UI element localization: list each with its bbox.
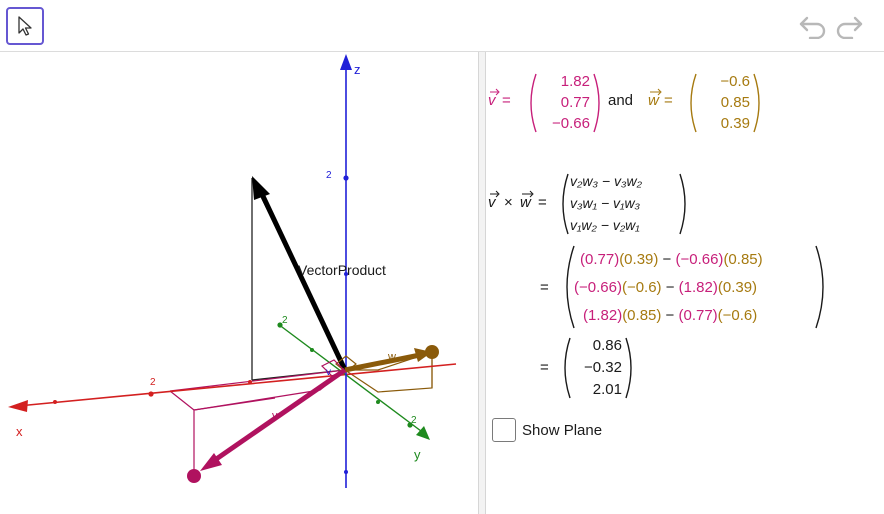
cross-formula-2: v₃w₁ − v₁w₃ (570, 195, 641, 211)
w-eq: = (664, 92, 673, 109)
z-axis-tick-2: 2 (326, 170, 332, 181)
w-vector-label: w (387, 351, 396, 363)
v-vector-label: v (272, 410, 278, 422)
graphics-3d-canvas[interactable]: 2 x 2 2 y 2 z VectorProduct w v v (0, 52, 478, 514)
cross-product-formula[interactable]: v × w = v₂w₃ − v₃w₂ v₃w₁ − v₁w₃ v₁w₂ − v… (488, 173, 686, 235)
w-comp-2: 0.85 (721, 94, 750, 111)
v-bracket-left (530, 73, 537, 133)
substitution-step[interactable]: = (0.77)(0.39) − (−0.66)(0.85) (−0.66)(−… (540, 245, 824, 329)
subst-row-3: (1.82)(0.85) − (0.77)(−0.6) (583, 307, 757, 324)
vector-product-label: VectorProduct (298, 262, 386, 278)
result-vector[interactable]: = 0.86 −0.32 2.01 (540, 337, 632, 399)
subst-row-2: (−0.66)(−0.6) − (1.82)(0.39) (574, 279, 757, 296)
show-plane-checkbox[interactable] (492, 418, 516, 442)
x-axis: 2 x (8, 363, 457, 439)
result-comp-3: 2.01 (593, 381, 622, 398)
v-small-label: v (326, 367, 331, 378)
z-axis-label: z (354, 62, 361, 77)
cross-eq: = (538, 194, 547, 211)
move-cursor-icon (18, 16, 32, 36)
v-bracket-right (593, 73, 600, 133)
y-axis-tick-2: 2 (411, 415, 417, 426)
definition-row[interactable]: v = 1.82 0.77 −0.66 and w = −0.6 0.85 0.… (488, 73, 760, 133)
v-comp-3: −0.66 (552, 115, 590, 132)
x-axis-tick-2: 2 (150, 377, 156, 388)
w-bracket-right (753, 73, 760, 133)
result-eq: = (540, 359, 549, 376)
undo-icon (799, 16, 826, 39)
y-axis-tick-neg: 2 (282, 315, 288, 326)
redo-button[interactable] (834, 12, 864, 40)
w-comp-3: 0.39 (721, 115, 750, 132)
cross-formula-3: v₁w₂ − v₂w₁ (570, 217, 640, 233)
cross-times: × (504, 194, 513, 211)
subst-eq: = (540, 279, 549, 296)
y-axis: 2 2 y (277, 315, 430, 462)
view-splitter[interactable] (478, 52, 486, 514)
show-plane-label: Show Plane (522, 422, 603, 439)
algebra-view: v = 1.82 0.77 −0.66 and w = −0.6 0.85 0.… (486, 52, 884, 514)
y-axis-label: y (414, 447, 421, 462)
v-comp-1: 1.82 (561, 73, 590, 90)
subst-row-1: (0.77)(0.39) − (−0.66)(0.85) (580, 251, 763, 268)
redo-icon (836, 16, 863, 39)
result-comp-1: 0.86 (593, 337, 622, 354)
graphics-3d-view[interactable]: 2 x 2 2 y 2 z VectorProduct w v v (0, 52, 478, 514)
cross-lhs-v: v (488, 194, 497, 211)
algebra-svg: v = 1.82 0.77 −0.66 and w = −0.6 0.85 0.… (488, 73, 824, 399)
and-text: and (608, 92, 633, 109)
result-comp-2: −0.32 (584, 359, 622, 376)
cross-formula-1: v₂w₃ − v₃w₂ (570, 173, 643, 189)
x-axis-label: x (16, 424, 23, 439)
w-bracket-left (690, 73, 697, 133)
v-comp-2: 0.77 (561, 94, 590, 111)
undo-button[interactable] (798, 12, 828, 40)
toolbar (0, 0, 884, 52)
v-symbol: v (488, 92, 497, 109)
w-comp-1: −0.6 (720, 73, 750, 90)
move-tool-button[interactable] (6, 7, 44, 45)
v-eq: = (502, 92, 511, 109)
